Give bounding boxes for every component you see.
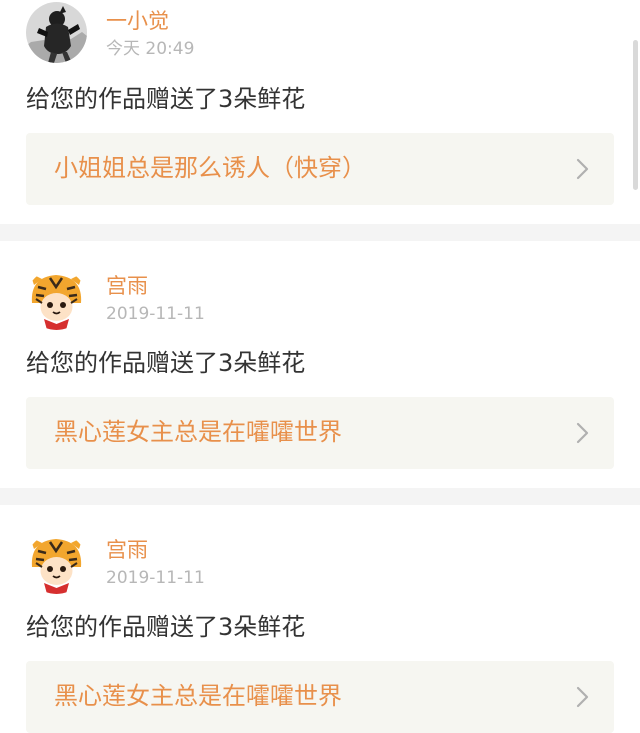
tiger-hat-avatar-icon bbox=[26, 533, 87, 594]
gift-message: 给您的作品赠送了3朵鲜花 bbox=[26, 349, 306, 377]
dark-figure-avatar-icon bbox=[26, 2, 87, 63]
section-divider bbox=[0, 224, 640, 241]
work-title: 黑心莲女主总是在嚯嚯世界 bbox=[54, 682, 342, 710]
timestamp: 今天 20:49 bbox=[106, 39, 195, 59]
timestamp: 2019-11-11 bbox=[106, 568, 205, 588]
timestamp: 2019-11-11 bbox=[106, 304, 205, 324]
tiger-hat-avatar-icon bbox=[26, 269, 87, 330]
chevron-right-icon bbox=[576, 158, 589, 180]
scrollbar[interactable] bbox=[633, 40, 638, 190]
work-title: 小姐姐总是那么诱人（快穿） bbox=[54, 154, 366, 182]
avatar[interactable] bbox=[26, 2, 87, 63]
gift-message: 给您的作品赠送了3朵鲜花 bbox=[26, 613, 306, 641]
avatar[interactable] bbox=[26, 269, 87, 330]
work-link[interactable]: 黑心莲女主总是在嚯嚯世界 bbox=[26, 397, 614, 469]
work-title: 黑心莲女主总是在嚯嚯世界 bbox=[54, 418, 342, 446]
chevron-right-icon bbox=[576, 686, 589, 708]
username[interactable]: 宫雨 bbox=[106, 538, 148, 562]
gift-message: 给您的作品赠送了3朵鲜花 bbox=[26, 85, 306, 113]
notification-card: 宫雨 2019-11-11 给您的作品赠送了3朵鲜花 黑心莲女主总是在嚯嚯世界 bbox=[0, 241, 640, 488]
section-divider bbox=[0, 488, 640, 505]
notification-card: 宫雨 2019-11-11 给您的作品赠送了3朵鲜花 黑心莲女主总是在嚯嚯世界 bbox=[0, 505, 640, 733]
notification-card: 一小觉 今天 20:49 给您的作品赠送了3朵鲜花 小姐姐总是那么诱人（快穿） bbox=[0, 0, 640, 224]
username[interactable]: 一小觉 bbox=[106, 9, 169, 33]
username[interactable]: 宫雨 bbox=[106, 274, 148, 298]
chevron-right-icon bbox=[576, 422, 589, 444]
work-link[interactable]: 小姐姐总是那么诱人（快穿） bbox=[26, 133, 614, 205]
work-link[interactable]: 黑心莲女主总是在嚯嚯世界 bbox=[26, 661, 614, 733]
avatar[interactable] bbox=[26, 533, 87, 594]
